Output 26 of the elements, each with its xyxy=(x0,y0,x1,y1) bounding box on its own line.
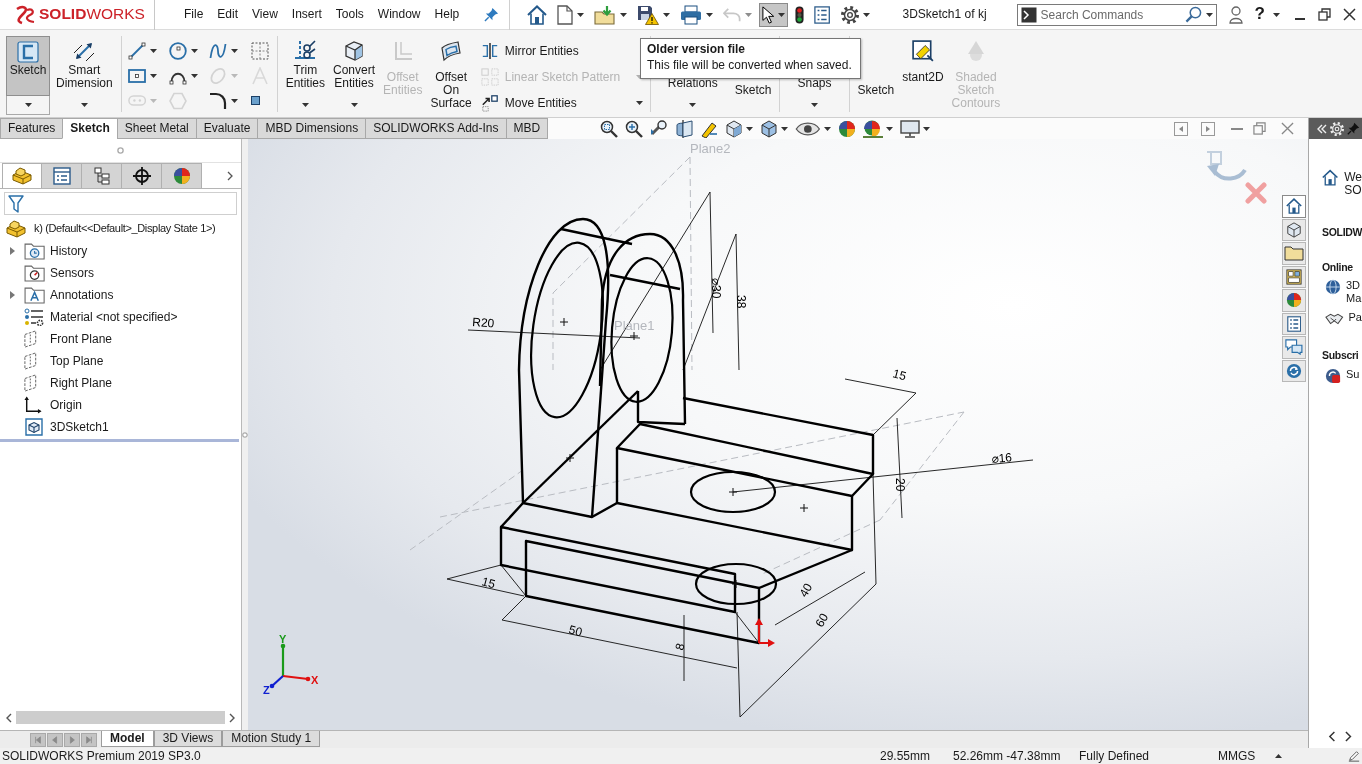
tooltip-title: Older version file xyxy=(647,42,747,57)
dimension-text: 8 xyxy=(672,641,688,652)
dimension-text: ⌀16 xyxy=(991,450,1013,466)
dimension-text: 50 xyxy=(567,622,584,640)
section-heading: Subscri xyxy=(1322,349,1360,362)
status-text: SOLIDWORKS Premium 2019 SP3.0 xyxy=(1,748,202,764)
status-field: 52.26mm -47.38mm xyxy=(953,748,1079,764)
dimension-text: 38 xyxy=(734,295,748,309)
dimension-text: R20 xyxy=(471,315,495,331)
status-field: Fully Defined xyxy=(1079,748,1218,764)
plane-label: Plane2 xyxy=(690,141,731,156)
dimension-text: 60 xyxy=(812,610,832,630)
document-title: 3DSketch1 of kj xyxy=(902,7,987,22)
dimension-text: 15 xyxy=(480,574,497,592)
dimension-text: 40 xyxy=(796,580,816,600)
logo-text: SOLIDWORKS xyxy=(39,5,145,24)
tooltip-text: This file will be converted when saved. xyxy=(647,57,853,74)
axis-label: Z xyxy=(263,684,270,696)
axis-label: X xyxy=(311,674,319,686)
dimension-text: 20 xyxy=(893,478,907,492)
status-field: 29.55mm xyxy=(880,748,953,764)
axis-label: Y xyxy=(279,633,287,645)
dimension-text: 15 xyxy=(891,366,908,384)
section-heading: SOLIDW xyxy=(1322,226,1362,239)
dimension-text: ⌀30 xyxy=(709,278,723,299)
section-heading: Online xyxy=(1322,260,1354,274)
